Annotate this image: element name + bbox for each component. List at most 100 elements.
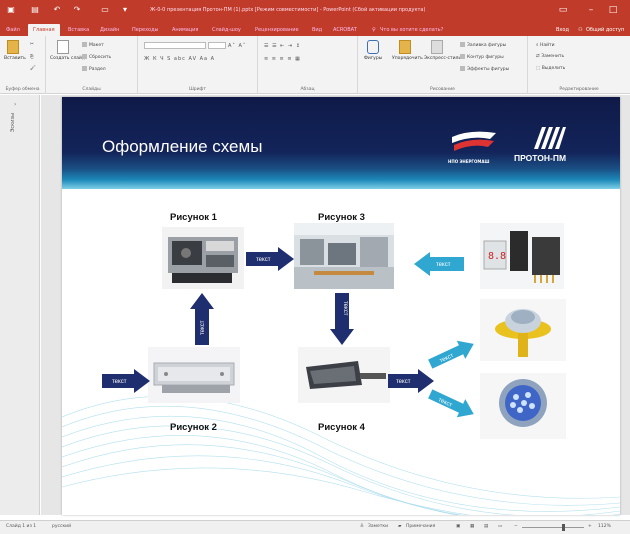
figure-4-label: Рисунок 4 bbox=[318, 422, 365, 433]
clipboard-group: Вставить ✂ ⎘ 🖌 Буфер обмена bbox=[0, 36, 46, 94]
zoom-slider-thumb[interactable] bbox=[562, 524, 565, 531]
svg-text:8.8: 8.8 bbox=[488, 251, 506, 262]
arrow-up-1[interactable]: текст bbox=[190, 293, 214, 345]
tab-design[interactable]: Дизайн bbox=[100, 24, 119, 36]
arrow-down-1[interactable]: текст bbox=[330, 293, 354, 345]
select-button[interactable]: ⬚ Выделить bbox=[536, 66, 565, 71]
new-slide-button[interactable]: Создать слайд bbox=[50, 40, 85, 61]
arrow-down-right-cyan[interactable]: текст bbox=[424, 387, 480, 421]
tab-review[interactable]: Рецензирование bbox=[255, 24, 299, 36]
font-size-buttons[interactable]: A˄ A˅ bbox=[228, 43, 246, 49]
shapes-button[interactable]: Фигуры bbox=[364, 40, 382, 61]
notes-button[interactable]: Заметки bbox=[368, 524, 388, 529]
zoom-slider[interactable] bbox=[522, 527, 584, 528]
lightbulb-icon: ♀ bbox=[372, 27, 376, 33]
format-painter-icon[interactable]: 🖌 bbox=[30, 66, 36, 71]
language-indicator[interactable]: русский bbox=[52, 524, 71, 529]
align-buttons[interactable]: ≡ ≡ ≡ ≡ ▦ bbox=[264, 56, 301, 62]
arrow-left-cyan[interactable]: текст bbox=[414, 252, 464, 276]
ribbon-tabs: Файл Главная Вставка Дизайн Переходы Ани… bbox=[0, 22, 630, 36]
ribbon: Вставить ✂ ⎘ 🖌 Буфер обмена Создать слай… bbox=[0, 36, 630, 94]
maximize-button[interactable]: □ bbox=[606, 4, 620, 16]
title-bar: ▣ ▤ ↶ ↷ ▭ ▾ Ж-0-0 презентация Протон-ПМ … bbox=[0, 0, 630, 22]
customize-toolbar-icon[interactable]: ▾ bbox=[120, 5, 130, 15]
start-from-beginning-icon[interactable]: ▭ bbox=[100, 5, 110, 15]
font-group: A˄ A˅ Ж К Ч S abc AV Aa A Шрифт bbox=[138, 36, 258, 94]
figure-4-image[interactable] bbox=[298, 347, 390, 403]
arrow-4-text: текст bbox=[112, 379, 127, 385]
reset-button[interactable]: Сбросить bbox=[82, 54, 111, 60]
tab-acrobat[interactable]: ACROBAT bbox=[333, 24, 357, 36]
quick-styles-icon bbox=[431, 40, 443, 54]
arrow-3-text: текст bbox=[342, 301, 348, 316]
zoom-out-icon[interactable]: − bbox=[514, 524, 518, 529]
thumbnails-pane[interactable]: › Эскизы bbox=[0, 95, 40, 515]
normal-view-icon[interactable]: ▣ bbox=[456, 524, 460, 529]
find-button[interactable]: ⌕ Найти bbox=[536, 42, 555, 48]
quick-styles-button[interactable]: Экспресс-стили bbox=[424, 40, 461, 61]
arrow-6-text: текст bbox=[436, 262, 451, 268]
slide-sorter-icon[interactable]: ▦ bbox=[470, 524, 474, 529]
redo-icon[interactable]: ↷ bbox=[72, 5, 82, 15]
arrow-2-text: текст bbox=[200, 320, 206, 335]
font-size-input[interactable] bbox=[208, 42, 226, 49]
tell-me-search[interactable]: Что вы хотите сделать? bbox=[380, 24, 443, 36]
expand-chevron-icon[interactable]: › bbox=[14, 101, 16, 108]
cut-icon[interactable]: ✂ bbox=[30, 42, 34, 47]
font-format-buttons[interactable]: Ж К Ч S abc AV Aa A bbox=[144, 56, 215, 62]
paragraph-group: ☰ ☰ ⇤ ⇥ ↕ ≡ ≡ ≡ ≡ ▦ Абзац bbox=[258, 36, 358, 94]
arrow-right-2[interactable]: текст bbox=[102, 369, 150, 393]
comments-button[interactable]: Примечания bbox=[406, 524, 435, 529]
save-icon[interactable]: ▤ bbox=[30, 5, 40, 15]
thumbnails-label: Эскизы bbox=[10, 113, 16, 133]
paste-icon bbox=[7, 40, 19, 54]
slide-title[interactable]: Оформление схемы bbox=[102, 137, 262, 157]
ribbon-display-options-icon[interactable]: ▭ bbox=[556, 4, 570, 16]
tab-home[interactable]: Главная bbox=[28, 24, 60, 36]
arrow-up-right-cyan[interactable]: текст bbox=[424, 337, 480, 371]
tab-transitions[interactable]: Переходы bbox=[132, 24, 159, 36]
shapes-icon bbox=[367, 40, 379, 54]
energomash-logo bbox=[452, 131, 496, 151]
paste-button[interactable]: Вставить bbox=[4, 40, 26, 61]
tab-slideshow[interactable]: Слайд-шоу bbox=[212, 24, 241, 36]
drawing-group: Фигуры Упорядочить Экспресс-стили Заливк… bbox=[358, 36, 528, 94]
copy-icon[interactable]: ⎘ bbox=[30, 54, 34, 60]
tab-insert[interactable]: Вставка bbox=[68, 24, 89, 36]
tab-file[interactable]: Файл bbox=[6, 24, 20, 36]
minimize-button[interactable]: – bbox=[584, 4, 598, 16]
list-buttons[interactable]: ☰ ☰ ⇤ ⇥ ↕ bbox=[264, 43, 301, 49]
section-button[interactable]: Раздел bbox=[82, 66, 106, 72]
slideshow-view-icon[interactable]: ▭ bbox=[498, 524, 502, 529]
arrow-1-text: текст bbox=[256, 257, 271, 263]
zoom-in-icon[interactable]: + bbox=[588, 524, 592, 529]
yellow-lamp-image[interactable] bbox=[480, 299, 566, 361]
notes-icon: ≙ bbox=[360, 524, 364, 529]
figure-2-image[interactable] bbox=[148, 347, 240, 403]
replace-button[interactable]: ⇄ Заменить bbox=[536, 54, 564, 59]
shape-fill-button[interactable]: Заливка фигуры bbox=[460, 42, 506, 48]
arrange-button[interactable]: Упорядочить bbox=[392, 40, 423, 61]
arrange-icon bbox=[399, 40, 411, 54]
sign-in-link[interactable]: Вход bbox=[556, 24, 569, 36]
layout-button[interactable]: Макет bbox=[82, 42, 104, 48]
figure-1-image[interactable] bbox=[162, 227, 244, 289]
proton-logo bbox=[534, 127, 566, 149]
tab-animation[interactable]: Анимация bbox=[172, 24, 198, 36]
arrow-right-1[interactable]: текст bbox=[246, 247, 294, 271]
led-beacon-image[interactable] bbox=[480, 373, 566, 439]
undo-icon[interactable]: ↶ bbox=[52, 5, 62, 15]
zoom-level[interactable]: 112% bbox=[598, 524, 611, 529]
reading-view-icon[interactable]: ▤ bbox=[484, 524, 488, 529]
display-components-image[interactable]: 8.8 bbox=[480, 223, 564, 289]
share-button[interactable]: Общий доступ bbox=[586, 24, 624, 36]
shape-effects-button[interactable]: Эффекты фигуры bbox=[460, 66, 509, 72]
powerpoint-logo-icon: ▣ bbox=[7, 5, 15, 14]
proton-logo-text: ПРОТОН-ПМ bbox=[514, 153, 567, 163]
font-family-input[interactable] bbox=[144, 42, 206, 49]
window-title: Ж-0-0 презентация Протон-ПМ (1).pptx [Ре… bbox=[150, 7, 426, 13]
figure-3-image[interactable] bbox=[294, 223, 394, 289]
slide-canvas[interactable]: Оформление схемы НПО ЭНЕРГОМАШ ПРОТОН-ПМ… bbox=[62, 97, 620, 515]
shape-outline-button[interactable]: Контур фигуры bbox=[460, 54, 504, 60]
tab-view[interactable]: Вид bbox=[312, 24, 322, 36]
